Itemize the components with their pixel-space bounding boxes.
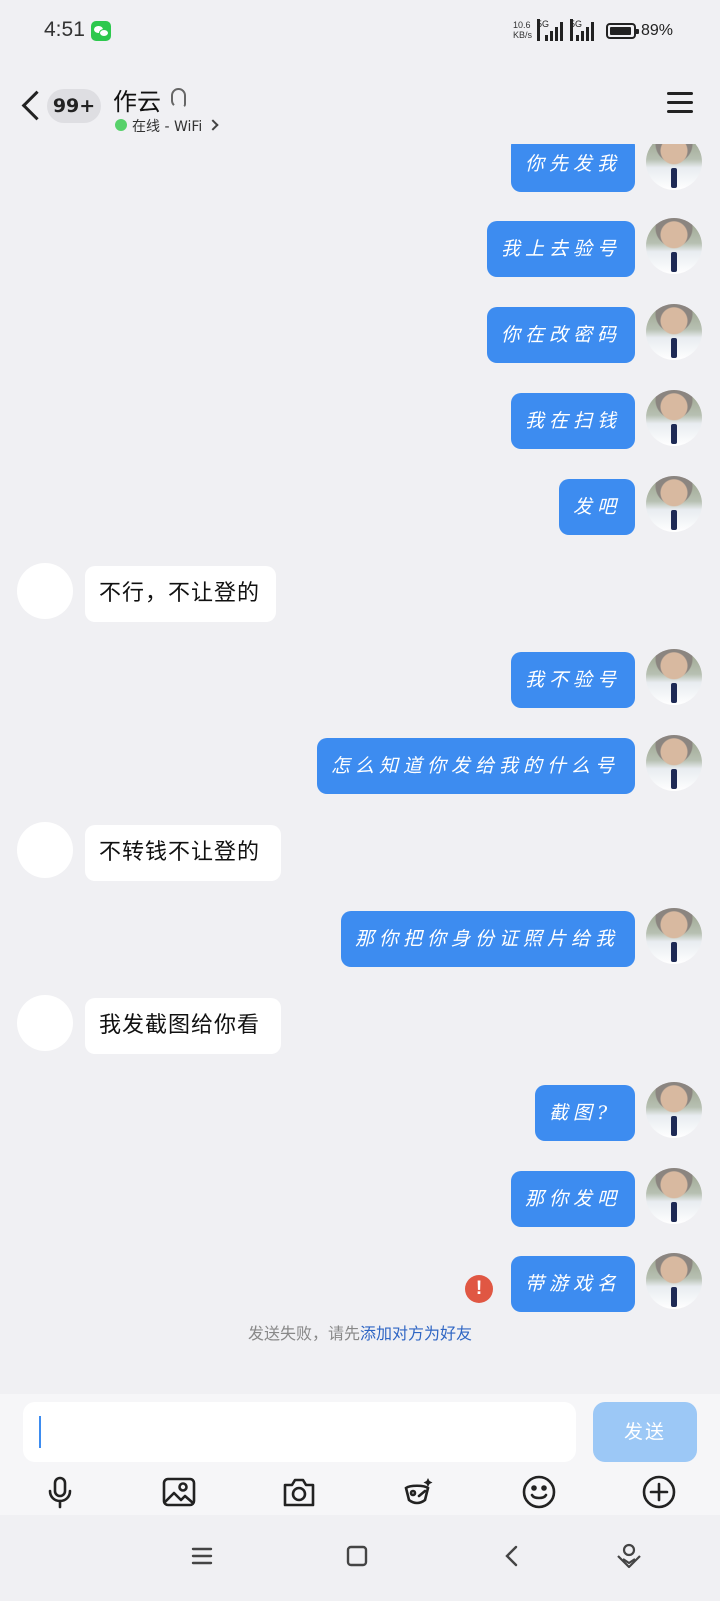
message-bubble-self[interactable]: 截图? xyxy=(535,1085,635,1141)
status-bar: 4:51 10.6 KB/s 5G 5G 89% xyxy=(0,0,720,62)
avatar[interactable] xyxy=(646,1253,702,1309)
avatar[interactable] xyxy=(646,304,702,360)
notice-text: 发送失败，请先 xyxy=(247,1324,360,1343)
add-friend-link[interactable]: 添加对方为好友 xyxy=(360,1324,472,1343)
wechat-notification-icon xyxy=(91,21,111,41)
send-failed-notice: 发送失败，请先添加对方为好友 xyxy=(0,1320,720,1344)
message-input[interactable] xyxy=(23,1402,576,1462)
avatar[interactable] xyxy=(646,1082,702,1138)
send-button[interactable]: 发送 xyxy=(593,1402,697,1462)
avatar[interactable] xyxy=(17,995,73,1051)
network-speed: 10.6 KB/s xyxy=(513,20,532,40)
message-bubble-self[interactable]: 怎么知道你发给我的什么号 xyxy=(317,738,635,794)
send-failed-icon[interactable]: ! xyxy=(465,1275,493,1303)
input-toolbar xyxy=(0,1474,720,1514)
network-speed-unit: KB/s xyxy=(513,30,533,40)
system-navigation-bar xyxy=(0,1515,720,1601)
camera-icon[interactable] xyxy=(281,1474,317,1510)
ear-icon[interactable] xyxy=(171,88,186,108)
signal-2-icon: 5G xyxy=(570,19,598,41)
avatar[interactable] xyxy=(646,390,702,446)
avatar[interactable] xyxy=(646,218,702,274)
battery-level: 89% xyxy=(641,22,674,39)
message-bubble-self[interactable]: 带游戏名 xyxy=(511,1256,635,1312)
message-bubble-self[interactable]: 我上去验号 xyxy=(487,221,635,277)
plus-icon[interactable] xyxy=(641,1474,677,1510)
back-nav-icon[interactable] xyxy=(497,1541,527,1571)
message-list[interactable]: 你先发我 我上去验号 你在改密码 我在扫钱 发吧 不行，不让登的 我不验号 怎么… xyxy=(0,144,720,1394)
image-icon[interactable] xyxy=(161,1474,197,1510)
microphone-icon[interactable] xyxy=(42,1474,78,1510)
emoji-icon[interactable] xyxy=(521,1474,557,1510)
status-time: 4:51 xyxy=(44,18,85,41)
message-bubble-self[interactable]: 你在改密码 xyxy=(487,307,635,363)
online-status-text[interactable]: 在线 - WiFi xyxy=(132,116,202,136)
text-cursor xyxy=(39,1416,41,1448)
message-bubble-self[interactable]: 那你发吧 xyxy=(511,1171,635,1227)
input-area: 发送 xyxy=(0,1394,720,1515)
avatar[interactable] xyxy=(646,649,702,705)
message-bubble-self[interactable]: 你先发我 xyxy=(511,144,635,192)
avatar[interactable] xyxy=(646,476,702,532)
unread-count-badge[interactable]: 99+ xyxy=(47,89,101,123)
back-button[interactable] xyxy=(18,88,42,124)
recent-apps-icon[interactable] xyxy=(187,1541,217,1571)
menu-icon[interactable] xyxy=(667,92,693,114)
chevron-right-icon[interactable] xyxy=(207,119,219,131)
avatar[interactable] xyxy=(17,822,73,878)
message-bubble-other[interactable]: 不行，不让登的 xyxy=(85,566,276,622)
chat-header: 99+ 作云 在线 - WiFi xyxy=(0,62,720,144)
message-bubble-self[interactable]: 我不验号 xyxy=(511,652,635,708)
message-bubble-self[interactable]: 发吧 xyxy=(559,479,635,535)
message-bubble-other[interactable]: 不转钱不让登的 xyxy=(85,825,281,881)
network-speed-value: 10.6 xyxy=(513,20,531,30)
message-bubble-other[interactable]: 我发截图给你看 xyxy=(85,998,281,1054)
signal-1-icon: 5G xyxy=(537,19,567,41)
avatar[interactable] xyxy=(646,1168,702,1224)
message-bubble-self[interactable]: 我在扫钱 xyxy=(511,393,635,449)
home-icon[interactable] xyxy=(342,1541,372,1571)
magic-icon[interactable] xyxy=(400,1474,436,1510)
avatar[interactable] xyxy=(646,144,702,190)
avatar[interactable] xyxy=(646,908,702,964)
avatar[interactable] xyxy=(646,735,702,791)
message-bubble-self[interactable]: 那你把你身份证照片给我 xyxy=(341,911,635,967)
signal-2-label: 5G xyxy=(570,19,582,41)
signal-1-label: 5G xyxy=(537,19,549,41)
online-status-dot xyxy=(115,119,127,131)
avatar[interactable] xyxy=(17,563,73,619)
battery-icon xyxy=(606,23,639,39)
contact-name[interactable]: 作云 xyxy=(113,82,161,117)
assistant-icon[interactable] xyxy=(614,1541,644,1571)
